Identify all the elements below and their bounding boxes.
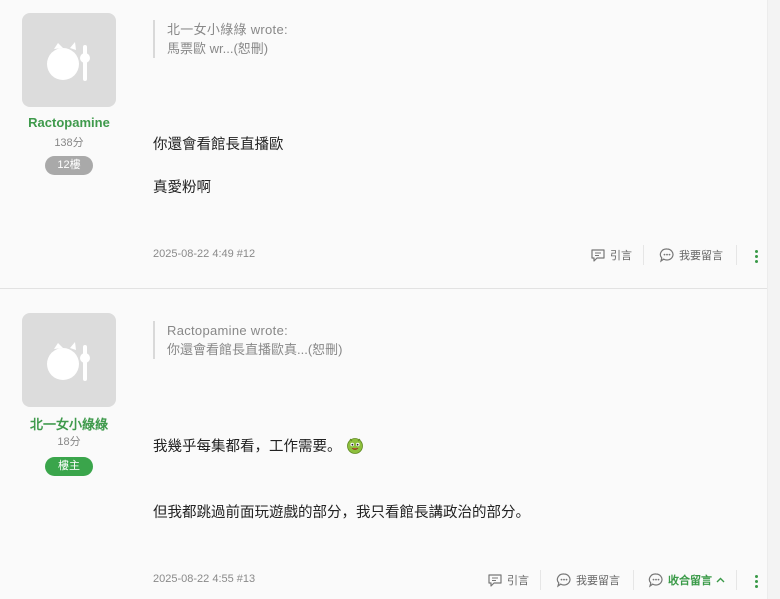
user-avatar[interactable] (22, 13, 116, 107)
quote-block: Ractopamine wrote: 你還會看館長直播歐真...(恕刪) (153, 321, 343, 359)
username[interactable]: Ractopamine (0, 115, 138, 130)
post-text: 我幾乎每集都看，工作需要。 (153, 439, 342, 455)
user-score: 18分 (57, 436, 81, 448)
quote-button[interactable]: 引言 (487, 572, 529, 588)
user-avatar[interactable] (22, 313, 116, 407)
collapse-label: 收合留言 (668, 575, 712, 587)
username[interactable]: 北一女小綠綠 (0, 414, 138, 433)
reply-button[interactable]: 我要留言 (556, 572, 620, 588)
post-text-line: 但我都跳過前面玩遊戲的部分，我只看館長講政治的部分。 (153, 505, 530, 521)
op-badge: 樓主 (45, 457, 93, 476)
smiley-emoji-icon (346, 436, 364, 458)
quote-author: 北一女小綠綠 wrote: (167, 22, 288, 37)
quote-block: 北一女小綠綠 wrote: 馬票歐 wr...(恕刪) (153, 20, 288, 58)
reply-button[interactable]: 我要留言 (659, 247, 723, 263)
quote-icon (488, 574, 502, 587)
post-floor-13: 北一女小綠綠 18分 樓主 Ractopamine wrote: 你還會看館長直… (0, 289, 768, 599)
reply-label: 我要留言 (679, 250, 723, 262)
more-vertical-icon[interactable] (750, 246, 762, 266)
post-text-line: 你還會看館長直播歐 (153, 137, 284, 153)
comment-bubble-icon (659, 248, 674, 263)
more-vertical-icon[interactable] (750, 571, 762, 591)
post-meta[interactable]: 2025-08-22 4:55 #13 (153, 573, 255, 585)
divider (633, 570, 634, 590)
collapse-comments-button[interactable]: 收合留言 (648, 572, 725, 588)
quote-label: 引言 (610, 250, 632, 262)
quote-author: Ractopamine wrote: (167, 323, 289, 338)
post-text-line: 真愛粉啊 (153, 180, 211, 196)
divider (736, 245, 737, 265)
divider (736, 570, 737, 590)
reply-label: 我要留言 (576, 575, 620, 587)
scrollbar-track[interactable] (767, 0, 780, 599)
post-floor-12: Ractopamine 138分 12樓 北一女小綠綠 wrote: 馬票歐 w… (0, 0, 768, 288)
chevron-up-icon (716, 577, 725, 582)
comment-bubble-icon (648, 573, 663, 588)
quote-button[interactable]: 引言 (590, 247, 632, 263)
comment-bubble-icon (556, 573, 571, 588)
default-avatar-icon (47, 342, 90, 381)
divider (540, 570, 541, 590)
post-meta[interactable]: 2025-08-22 4:49 #12 (153, 248, 255, 260)
user-score: 138分 (54, 137, 84, 149)
quote-icon (591, 249, 605, 262)
post-text-line: 我幾乎每集都看，工作需要。 (153, 435, 364, 458)
floor-badge: 12樓 (45, 156, 93, 175)
quote-label: 引言 (507, 575, 529, 587)
quote-excerpt: 馬票歐 wr...(恕刪) (167, 41, 269, 56)
quote-excerpt: 你還會看館長直播歐真...(恕刪) (167, 342, 343, 357)
default-avatar-icon (47, 42, 90, 81)
divider (643, 245, 644, 265)
